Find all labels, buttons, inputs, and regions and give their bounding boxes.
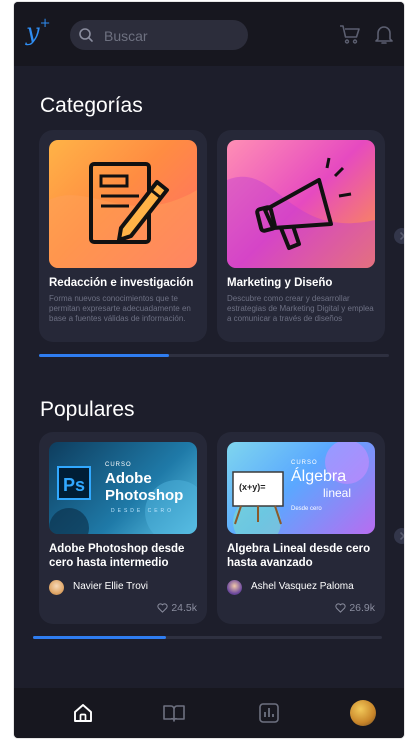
course-card-algebra[interactable]: (x+y)= CURSO Álgebra lineal Desde cero A… [217, 432, 385, 624]
heart-icon [335, 603, 346, 614]
popular-scroll-thumb[interactable] [33, 636, 166, 639]
categories-scroll-thumb[interactable] [39, 354, 169, 357]
category-card-writing[interactable]: Redacción e investigación Forma nuevos c… [39, 130, 207, 342]
categories-scroll-track[interactable] [39, 354, 389, 357]
document-pencil-icon [49, 162, 197, 268]
course-thumbnail: Ps CURSO Adobe Photoshop DESDE CERO [49, 442, 197, 534]
course-author[interactable]: Ashel Vasquez Paloma [227, 580, 381, 596]
course-likes[interactable]: 26.9k [335, 602, 375, 614]
course-author[interactable]: Navier Ellie Trovi [49, 580, 199, 596]
course-thumbnail: (x+y)= CURSO Álgebra lineal Desde cero [227, 442, 375, 534]
course-title: Adobe Photoshop desde cero hasta interme… [49, 543, 185, 569]
likes-count: 26.9k [349, 602, 375, 615]
bottom-navigation [14, 688, 404, 738]
author-avatar [227, 580, 242, 595]
likes-count: 24.5k [171, 602, 197, 615]
categories-heading: Categorías [40, 94, 143, 117]
search-bar[interactable] [70, 20, 248, 52]
chart-icon[interactable] [258, 702, 280, 729]
author-name: Navier Ellie Trovi [73, 581, 149, 592]
course-title: Algebra Lineal desde cero hasta avanzado [227, 543, 371, 569]
profile-avatar[interactable] [350, 700, 376, 726]
megaphone-icon [227, 157, 375, 268]
app-screen: y+ Categorías Redacció [14, 2, 404, 738]
thumb-subtitle: Desde cero [291, 506, 322, 512]
category-thumbnail [49, 140, 197, 268]
heart-icon [157, 603, 168, 614]
cart-icon[interactable] [338, 22, 362, 51]
popular-heading: Populares [40, 398, 135, 421]
search-icon [78, 27, 94, 48]
thumb-badge: CURSO [291, 460, 318, 466]
thumb-title-line2: Photoshop [105, 487, 184, 504]
popular-scroll-track[interactable] [33, 636, 382, 639]
search-input[interactable] [102, 20, 246, 52]
category-title: Redacción e investigación [49, 277, 194, 289]
category-title: Marketing y Diseño [227, 277, 333, 289]
thumb-title-line1: Álgebra [291, 468, 347, 485]
thumb-subtitle: DESDE CERO [111, 508, 175, 514]
top-bar: y+ [14, 2, 404, 66]
category-card-marketing[interactable]: Marketing y Diseño Descubre como crear y… [217, 130, 385, 342]
photoshop-logo: Ps [57, 466, 91, 500]
chevron-right-icon[interactable] [394, 228, 404, 244]
thumb-title-line2: lineal [323, 486, 352, 500]
thumb-badge: CURSO [105, 462, 132, 468]
chevron-right-icon[interactable] [394, 528, 404, 544]
category-description: Forma nuevos conocimientos que te permit… [49, 294, 191, 323]
category-thumbnail [227, 140, 375, 268]
course-likes[interactable]: 24.5k [157, 602, 197, 614]
bell-icon[interactable] [372, 22, 396, 51]
course-card-photoshop[interactable]: Ps CURSO Adobe Photoshop DESDE CERO Adob… [39, 432, 207, 624]
author-name: Ashel Vasquez Paloma [251, 581, 354, 592]
category-description: Descubre como crear y desarrollar estrat… [227, 294, 374, 323]
home-icon[interactable] [72, 702, 94, 729]
thumb-formula: (x+y)= [239, 482, 266, 492]
thumb-title-line1: Adobe [105, 470, 152, 487]
app-logo[interactable]: y+ [26, 16, 50, 46]
author-avatar [49, 580, 64, 595]
book-icon[interactable] [162, 702, 186, 729]
